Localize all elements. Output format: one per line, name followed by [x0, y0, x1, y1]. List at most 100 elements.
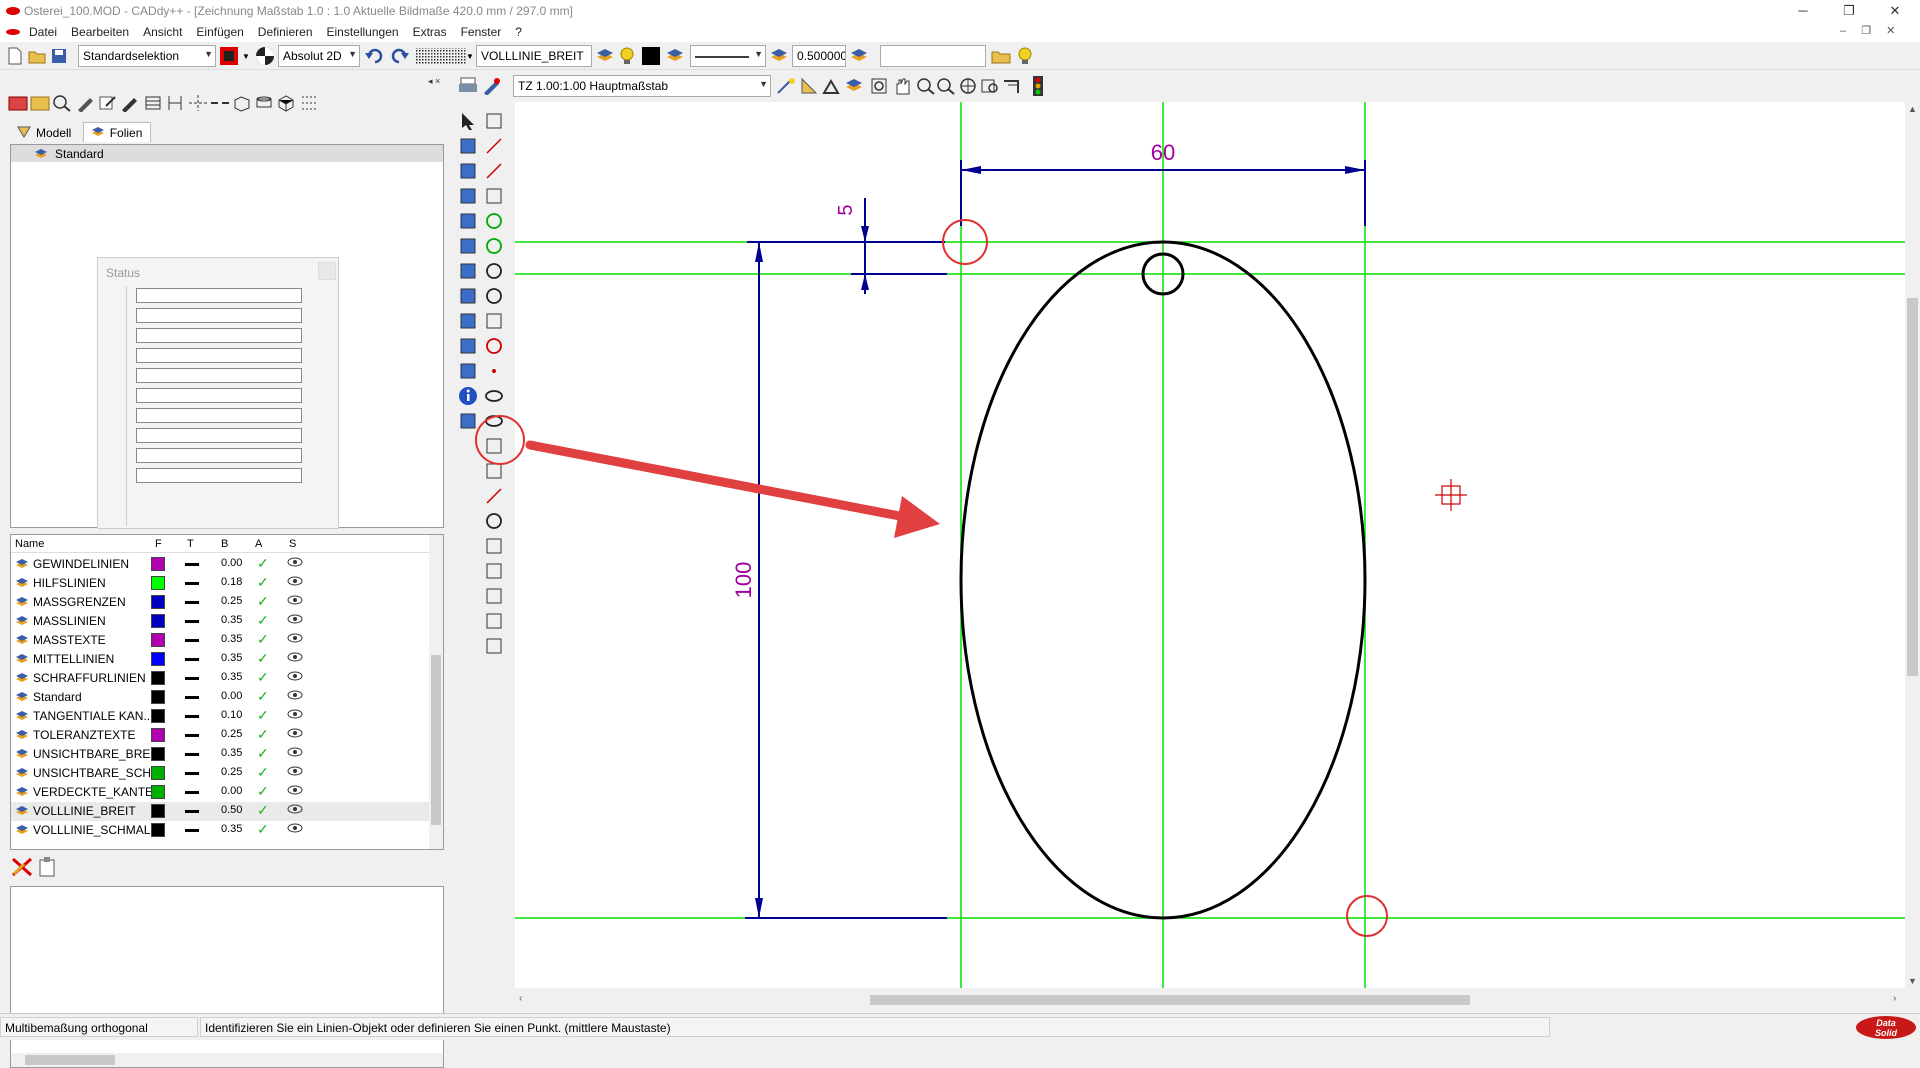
- scroll-down-icon[interactable]: ▼: [1908, 976, 1917, 986]
- pencil-icon[interactable]: [76, 94, 96, 115]
- layer-color-swatch[interactable]: [151, 690, 165, 704]
- menu-item-fenster[interactable]: Fenster: [454, 22, 509, 42]
- circle-2pt-icon[interactable]: [483, 235, 505, 257]
- column-header-s[interactable]: S: [289, 538, 296, 550]
- cylinder-icon[interactable]: [254, 94, 274, 115]
- layer-linetype-icon[interactable]: [185, 601, 199, 604]
- delete-layer-icon[interactable]: [10, 856, 34, 881]
- new-file-icon[interactable]: [4, 45, 26, 67]
- layer-linetype-icon[interactable]: [185, 677, 199, 680]
- layer-row[interactable]: HILFSLINIEN 0.18 ✓: [11, 574, 441, 593]
- circle-icon[interactable]: [483, 285, 505, 307]
- close-button[interactable]: ✕: [1872, 0, 1918, 22]
- hatch-icon[interactable]: [144, 94, 164, 115]
- layer-color-swatch[interactable]: [151, 652, 165, 666]
- column-header-f[interactable]: F: [155, 538, 162, 550]
- chevron-down-icon[interactable]: ▼: [242, 52, 250, 61]
- traffic-light-icon[interactable]: [1027, 75, 1049, 97]
- layer-linetype-icon[interactable]: [185, 810, 199, 813]
- cube-icon[interactable]: [276, 94, 296, 115]
- color-picker-icon[interactable]: [218, 45, 240, 67]
- redraw-icon[interactable]: [1001, 75, 1023, 97]
- layer-color-swatch[interactable]: [151, 671, 165, 685]
- column-header-a[interactable]: A: [255, 538, 262, 550]
- mdi-minimize-button[interactable]: –: [1840, 25, 1846, 37]
- zoom-all-icon[interactable]: [957, 75, 979, 97]
- layer-row[interactable]: MASSTEXTE 0.35 ✓: [11, 631, 441, 650]
- pan-hand-icon[interactable]: [891, 75, 913, 97]
- book-icon[interactable]: [483, 560, 505, 582]
- layer-linetype-icon[interactable]: [185, 791, 199, 794]
- eye-icon[interactable]: [287, 651, 303, 666]
- eye-icon[interactable]: [287, 632, 303, 647]
- layer-linetype-icon[interactable]: [185, 772, 199, 775]
- eye-icon[interactable]: [287, 613, 303, 628]
- layer-select[interactable]: VOLLLINIE_BREIT: [476, 45, 592, 67]
- column-header-name[interactable]: Name: [15, 538, 44, 550]
- tree-item-standard[interactable]: Standard: [11, 145, 443, 162]
- check-icon[interactable]: ✓: [257, 555, 269, 572]
- layer-color-swatch[interactable]: [151, 728, 165, 742]
- zoom-out-icon[interactable]: [935, 75, 957, 97]
- layer-row[interactable]: GEWINDELINIEN 0.00 ✓: [11, 555, 441, 574]
- menu-item-definieren[interactable]: Definieren: [251, 22, 320, 42]
- arc-3pt-icon[interactable]: [483, 310, 505, 332]
- layer-props-icon[interactable]: [848, 45, 870, 67]
- circle-red-icon[interactable]: [483, 335, 505, 357]
- pen-settings-icon[interactable]: [481, 75, 503, 97]
- eye-icon[interactable]: [287, 575, 303, 590]
- folder-red-icon[interactable]: [8, 94, 28, 115]
- layer-row[interactable]: UNSICHTBARE_BREIT 0.35 ✓: [11, 745, 441, 764]
- zoom-window-icon[interactable]: [869, 75, 891, 97]
- layer-row[interactable]: TOLERANZTEXTE 0.25 ✓: [11, 726, 441, 745]
- eye-icon[interactable]: [287, 822, 303, 837]
- menu-item-einfügen[interactable]: Einfügen: [189, 22, 250, 42]
- layer-row[interactable]: Standard 0.00 ✓: [11, 688, 441, 707]
- menu-item-datei[interactable]: Datei: [22, 22, 64, 42]
- scroll-thumb[interactable]: [1907, 298, 1918, 676]
- trim-tool-icon[interactable]: [457, 185, 479, 207]
- dashed-line-icon[interactable]: [210, 94, 230, 115]
- check-icon[interactable]: ✓: [257, 631, 269, 648]
- chamfer-icon[interactable]: [483, 610, 505, 632]
- check-icon[interactable]: ✓: [257, 669, 269, 686]
- scroll-left-icon[interactable]: ‹: [519, 993, 522, 1004]
- layer-linetype-icon[interactable]: [185, 715, 199, 718]
- scroll-up-icon[interactable]: ▲: [1908, 104, 1917, 114]
- canvas-horizontal-scrollbar[interactable]: ‹ ›: [515, 992, 1905, 1008]
- properties-scrollbar[interactable]: [11, 1053, 443, 1067]
- tab-folien[interactable]: Folien: [82, 122, 152, 142]
- centerline-icon[interactable]: [188, 94, 208, 115]
- scroll-right-icon[interactable]: ›: [1893, 993, 1896, 1004]
- redo-icon[interactable]: [388, 45, 410, 67]
- clipboard-icon[interactable]: [38, 856, 56, 881]
- layer-linetype-icon[interactable]: [185, 696, 199, 699]
- circle-tangent-icon[interactable]: [483, 260, 505, 282]
- layer-table-scrollbar[interactable]: [429, 535, 443, 849]
- search-input[interactable]: [880, 45, 986, 67]
- chevron-down-icon[interactable]: ▼: [466, 52, 474, 61]
- grid-icon[interactable]: [416, 45, 466, 67]
- check-icon[interactable]: ✓: [257, 783, 269, 800]
- check-icon[interactable]: ✓: [257, 574, 269, 591]
- layer-linetype-icon[interactable]: [185, 734, 199, 737]
- text-a-icon[interactable]: [457, 335, 479, 357]
- view-scale-select[interactable]: TZ 1.00:1.00 Hauptmaßstab ▼: [513, 75, 771, 97]
- eye-icon[interactable]: [287, 594, 303, 609]
- open-file-icon[interactable]: [26, 45, 48, 67]
- layer-row[interactable]: SCHRAFFURLINIEN 0.35 ✓: [11, 669, 441, 688]
- offset-icon[interactable]: [483, 585, 505, 607]
- check-icon[interactable]: ✓: [257, 821, 269, 838]
- layer-color-swatch[interactable]: [151, 785, 165, 799]
- drawing-canvas[interactable]: 60 5 100: [515, 102, 1905, 992]
- print-icon[interactable]: [457, 75, 479, 97]
- column-header-b[interactable]: B: [221, 538, 228, 550]
- drawing-svg[interactable]: 60 5 100: [515, 102, 1905, 992]
- layer-row[interactable]: MASSGRENZEN 0.25 ✓: [11, 593, 441, 612]
- layer-linetype-icon[interactable]: [185, 620, 199, 623]
- dimension-icon[interactable]: [166, 94, 186, 115]
- eye-icon[interactable]: [287, 803, 303, 818]
- menu-item-bearbeiten[interactable]: Bearbeiten: [64, 22, 136, 42]
- layer-linetype-icon[interactable]: [185, 563, 199, 566]
- layer-linetype-icon[interactable]: [185, 639, 199, 642]
